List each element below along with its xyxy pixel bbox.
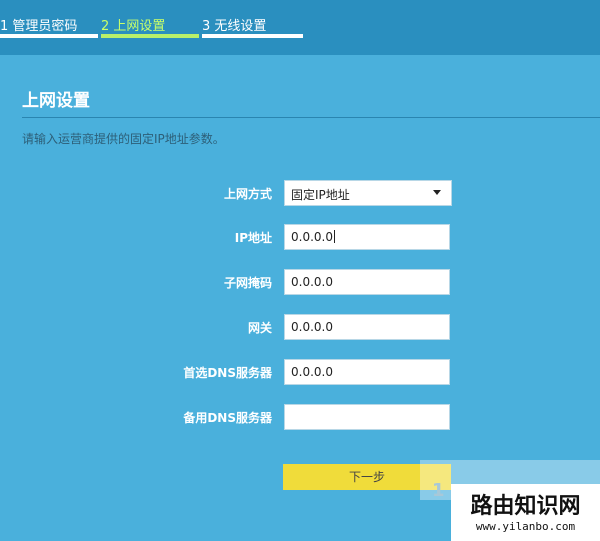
secondary-dns-label: 备用DNS服务器 xyxy=(183,411,272,425)
step-internet-settings[interactable]: 2 上网设置 xyxy=(101,15,165,34)
ip-address-row: IP地址 0.0.0.0 xyxy=(0,224,600,250)
text-cursor xyxy=(333,230,335,243)
gateway-label: 网关 xyxy=(247,321,272,335)
primary-dns-label: 首选DNS服务器 xyxy=(183,366,272,380)
page-title: 上网设置 xyxy=(22,91,90,111)
gateway-value: 0.0.0.0 xyxy=(291,320,333,334)
step-wireless-settings-indicator xyxy=(202,34,303,38)
connection-type-value: 固定IP地址 xyxy=(291,188,350,202)
step-internet-settings-indicator xyxy=(101,34,199,38)
gateway-row: 网关 0.0.0.0 xyxy=(0,314,600,340)
dropdown-arrow-icon xyxy=(433,190,441,195)
subnet-mask-label: 子网掩码 xyxy=(223,276,272,290)
connection-type-row: 上网方式 固定IP地址 xyxy=(0,180,600,206)
subnet-mask-value: 0.0.0.0 xyxy=(291,275,333,289)
subnet-mask-input[interactable]: 0.0.0.0 xyxy=(284,269,450,295)
step-wireless-settings[interactable]: 3 无线设置 xyxy=(202,15,266,34)
watermark-box: 路由知识网 www.yilanbo.com xyxy=(451,484,600,541)
connection-type-label: 上网方式 xyxy=(223,187,272,201)
secondary-dns-row: 备用DNS服务器 xyxy=(0,404,600,430)
watermark-url: www.yilanbo.com xyxy=(475,520,576,533)
page-subtitle: 请输入运营商提供的固定IP地址参数。 xyxy=(22,132,225,146)
wizard-steps-bar: 1 管理员密码 2 上网设置 3 无线设置 xyxy=(0,0,600,55)
connection-type-select[interactable]: 固定IP地址 xyxy=(284,180,452,206)
primary-dns-row: 首选DNS服务器 0.0.0.0 xyxy=(0,359,600,385)
subnet-mask-row: 子网掩码 0.0.0.0 xyxy=(0,269,600,295)
ip-address-label: IP地址 xyxy=(234,231,272,245)
step-admin-password-indicator xyxy=(0,34,98,38)
watermark-partial-text: 1 xyxy=(432,480,445,501)
step-admin-password[interactable]: 1 管理员密码 xyxy=(0,15,77,34)
watermark-title: 路由知识网 xyxy=(470,494,581,519)
title-divider xyxy=(22,117,600,118)
ip-address-value: 0.0.0.0 xyxy=(291,230,333,244)
ip-address-input[interactable]: 0.0.0.0 xyxy=(284,224,450,250)
primary-dns-value: 0.0.0.0 xyxy=(291,365,333,379)
secondary-dns-input[interactable] xyxy=(284,404,450,430)
primary-dns-input[interactable]: 0.0.0.0 xyxy=(284,359,450,385)
gateway-input[interactable]: 0.0.0.0 xyxy=(284,314,450,340)
